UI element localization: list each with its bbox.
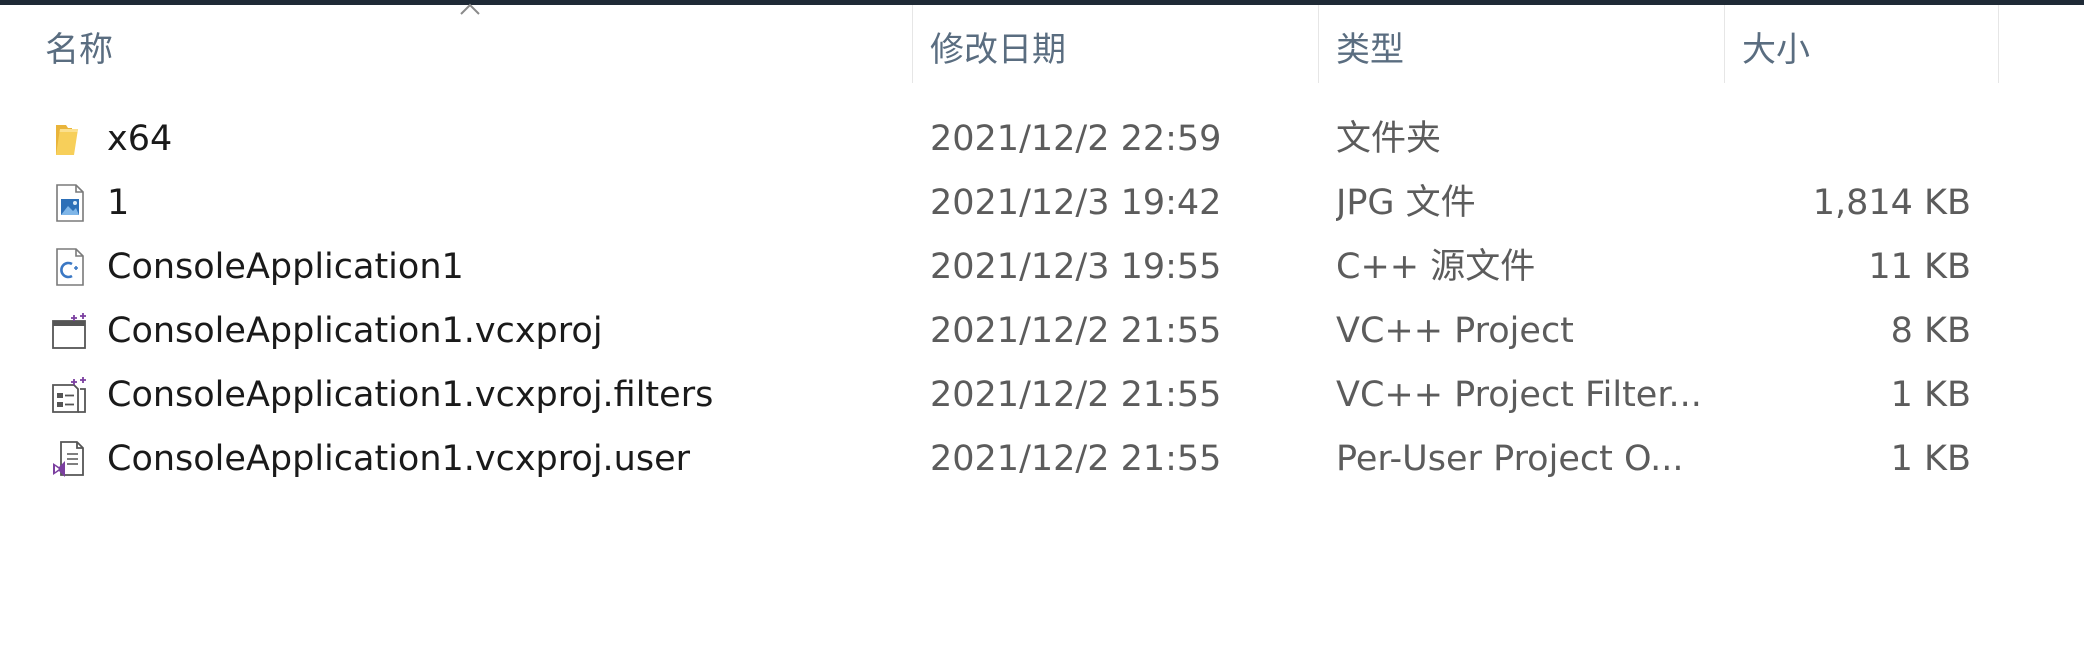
file-type: Per-User Project O... [1336,439,1684,479]
file-size: 1 KB [1890,439,1971,479]
file-date: 2021/12/2 21:55 [930,375,1222,415]
folder-icon [56,125,78,155]
file-name: 1 [107,183,130,223]
column-header-size-label: 大小 [1742,30,1810,70]
file-type: JPG 文件 [1336,183,1476,223]
file-size: 1,814 KB [1812,183,1971,223]
file-type: VC++ Project Filter... [1336,375,1702,415]
file-size: 11 KB [1868,247,1971,287]
file-name: ConsoleApplication1.vcxproj [107,311,603,351]
file-row-consoleapplication1-vcxproj[interactable]: ConsoleApplication1.vcxproj 2021/12/2 21… [0,299,2000,363]
file-name: ConsoleApplication1.vcxproj.user [107,439,691,479]
vs-user-file-icon [53,441,84,477]
file-size: 1 KB [1890,375,1971,415]
file-type: VC++ Project [1336,311,1574,351]
column-header-bar: 名称 修改日期 类型 大小 [0,5,2000,83]
column-header-date-label: 修改日期 [930,30,1066,70]
file-list: x64 2021/12/2 22:59 文件夹 1 2021/12/3 19:4… [0,107,2000,491]
file-size [1725,107,1971,171]
column-header-size[interactable]: 大小 [1725,5,1999,83]
column-header-name-label: 名称 [45,30,113,70]
file-row-1[interactable]: 1 2021/12/3 19:42 JPG 文件 1,814 KB [0,171,2000,235]
file-row-consoleapplication1-vcxproj-user[interactable]: ConsoleApplication1.vcxproj.user 2021/12… [0,427,2000,491]
image-file-icon [56,184,84,222]
file-date: 2021/12/2 22:59 [930,119,1222,159]
file-date: 2021/12/3 19:42 [930,183,1222,223]
column-header-type-label: 类型 [1336,30,1404,70]
column-header-name[interactable]: 名称 [0,5,913,83]
file-date: 2021/12/2 21:55 [930,439,1222,479]
cpp-source-icon [56,248,84,286]
vcxproj-icon [52,313,86,349]
file-type: C++ 源文件 [1336,247,1536,287]
file-row-x64[interactable]: x64 2021/12/2 22:59 文件夹 [0,107,2000,171]
file-date: 2021/12/3 19:55 [930,247,1222,287]
file-row-consoleapplication1-cpp[interactable]: ConsoleApplication1 2021/12/3 19:55 C++ … [0,235,2000,299]
file-type: 文件夹 [1336,119,1442,159]
file-row-consoleapplication1-vcxproj-filters[interactable]: ConsoleApplication1.vcxproj.filters 2021… [0,363,2000,427]
file-name: ConsoleApplication1 [107,247,464,287]
vcxproj-filters-icon [52,377,86,413]
file-date: 2021/12/2 21:55 [930,311,1222,351]
file-size: 8 KB [1890,311,1971,351]
file-name: ConsoleApplication1.vcxproj.filters [107,375,714,415]
file-name: x64 [107,119,173,159]
column-header-type[interactable]: 类型 [1319,5,1725,83]
column-header-date-modified[interactable]: 修改日期 [913,5,1319,83]
